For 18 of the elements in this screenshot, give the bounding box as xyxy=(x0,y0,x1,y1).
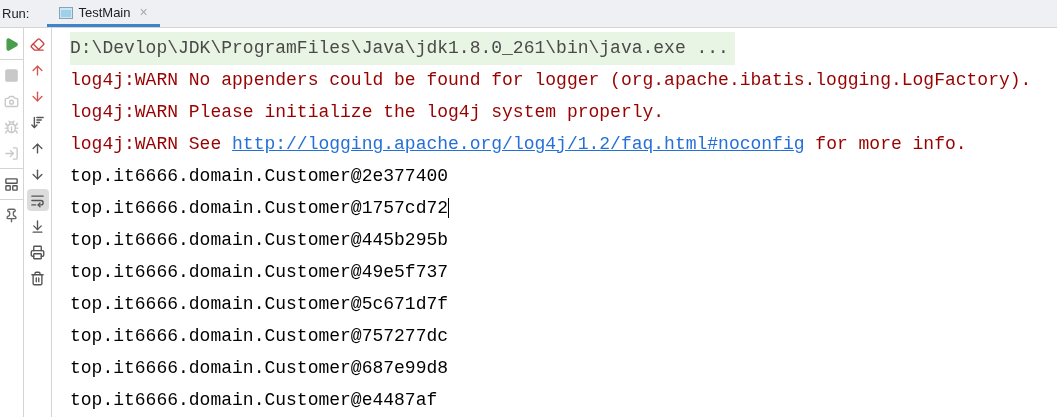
window-icon xyxy=(59,6,74,19)
link[interactable]: http://logging.apache.org/log4j/1.2/faq.html#noconfig xyxy=(232,130,805,158)
soft-wrap-icon[interactable] xyxy=(26,189,49,211)
console-line: top.it6666.domain.Customer@1757cd72 xyxy=(70,196,449,220)
console-line: top.it6666.domain.Customer@445b295b xyxy=(70,228,449,252)
run-label: Run: xyxy=(1,4,31,23)
console-line: top.it6666.domain.Customer@e4487af xyxy=(70,388,438,412)
console-line: top.it6666.domain.Customer@757277dc xyxy=(70,324,449,348)
console-line: top.it6666.domain.Customer@2e377400 xyxy=(70,164,449,188)
console-line: log4j:WARN Please initialize the log4j system properly. xyxy=(70,100,665,124)
console-line: for more info. xyxy=(814,132,967,156)
console-line: top.it6666.domain.Customer@49e5f737 xyxy=(70,260,449,284)
console-line: log4j:WARN See xyxy=(70,132,223,156)
tab[interactable]: TestMain × xyxy=(47,1,160,27)
text-caret xyxy=(448,198,450,218)
console-line: log4j:WARN No appenders could be found for logger (org.apache.ibatis.logging.LogFactory). xyxy=(70,68,1032,92)
console-line: top.it6666.domain.Customer@687e99d8 xyxy=(70,356,449,380)
console-line: top.it6666.domain.Customer@5c671d7f xyxy=(70,292,449,316)
